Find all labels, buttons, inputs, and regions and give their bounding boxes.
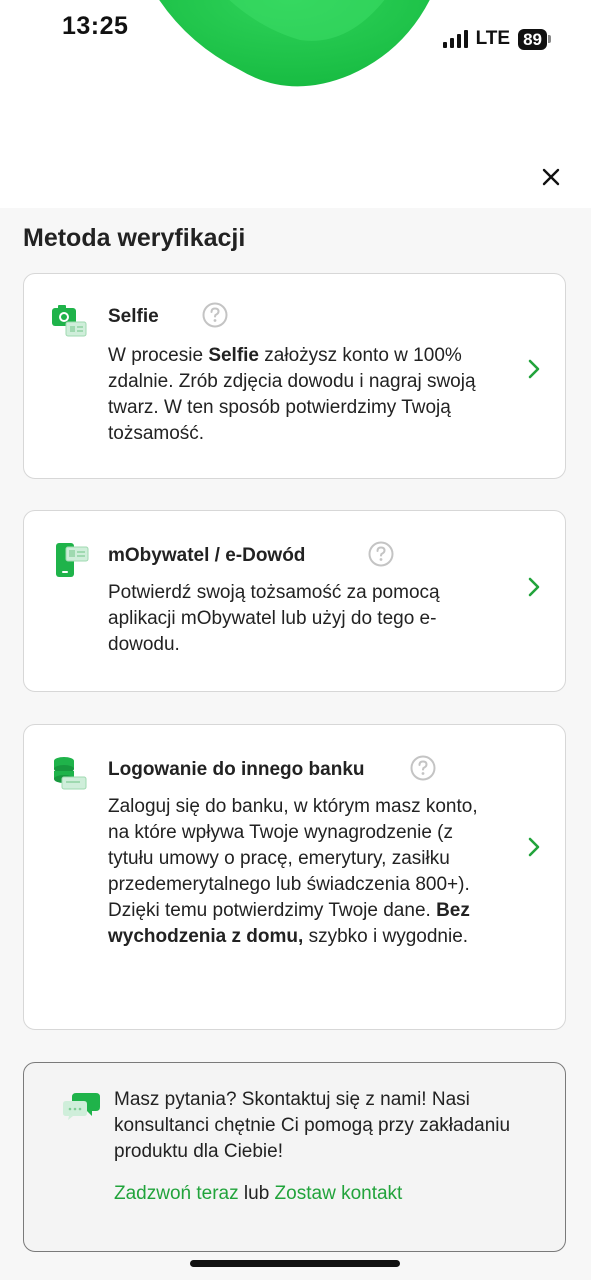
- option-description: Zaloguj się do banku, w którym masz kont…: [108, 796, 478, 947]
- help-icon[interactable]: [368, 541, 394, 567]
- home-indicator: [190, 1260, 400, 1267]
- or-label: lub: [238, 1183, 275, 1204]
- contact-box: Masz pytania? Skontaktuj się z nami! Nas…: [23, 1062, 566, 1252]
- leave-contact-link[interactable]: Zostaw kontakt: [275, 1183, 403, 1204]
- status-indicators: LTE 89: [442, 28, 551, 50]
- signal-icon: [442, 30, 468, 48]
- battery-level: 89: [518, 28, 547, 50]
- network-label: LTE: [475, 28, 511, 49]
- battery-icon: 89: [518, 28, 551, 50]
- option-card-selfie[interactable]: Selfie W procesie Selfie założysz konto …: [23, 273, 566, 479]
- chevron-right-icon: [528, 359, 540, 379]
- bank-login-icon: [54, 757, 87, 790]
- option-title: mObywatel / e-Dowód: [108, 545, 306, 566]
- option-title: Selfie: [108, 306, 159, 327]
- help-icon[interactable]: [410, 755, 436, 781]
- chat-bubbles-icon: [63, 1093, 100, 1120]
- close-button[interactable]: [536, 162, 566, 192]
- contact-links: Zadzwoń teraz lub Zostaw kontakt: [114, 1181, 402, 1207]
- camera-id-icon: [52, 305, 87, 337]
- chevron-right-icon: [528, 837, 540, 857]
- help-icon[interactable]: [202, 302, 228, 328]
- option-card-bank-login[interactable]: Logowanie do innego banku Zaloguj się do…: [23, 724, 566, 1030]
- decorative-green-shape: [159, 0, 430, 87]
- option-description: Potwierdź swoją tożsamość za pomocą apli…: [108, 582, 440, 655]
- option-description: W procesie Selfie założysz konto w 100% …: [108, 345, 476, 444]
- call-now-link[interactable]: Zadzwoń teraz: [114, 1183, 239, 1204]
- page-title: Metoda weryfikacji: [23, 224, 246, 252]
- header-area: 13:25 LTE 89: [0, 0, 591, 208]
- close-icon: [542, 168, 560, 186]
- status-time: 13:25: [62, 12, 129, 40]
- contact-text: Masz pytania? Skontaktuj się z nami! Nas…: [114, 1089, 511, 1162]
- option-title: Logowanie do innego banku: [108, 759, 365, 780]
- phone-id-icon: [56, 543, 89, 577]
- option-card-mobywatel[interactable]: mObywatel / e-Dowód Potwierdź swoją tożs…: [23, 510, 566, 692]
- chevron-right-icon: [528, 577, 540, 597]
